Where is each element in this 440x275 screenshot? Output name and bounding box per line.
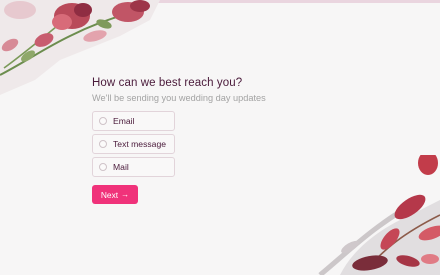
option-label: Text message: [113, 139, 167, 149]
contact-preference-form: How can we best reach you? We'll be send…: [92, 76, 352, 204]
next-button[interactable]: Next →: [92, 185, 138, 204]
options-list: Email Text message Mail: [92, 111, 352, 177]
radio-circle-icon[interactable]: [99, 140, 107, 148]
option-label: Mail: [113, 162, 129, 172]
option-email[interactable]: Email: [92, 111, 175, 131]
next-button-label: Next: [100, 189, 119, 200]
question-subtitle: We'll be sending you wedding day updates: [92, 93, 266, 103]
arrow-right-icon: →: [121, 189, 130, 199]
option-mail[interactable]: Mail: [92, 157, 175, 177]
option-text-message[interactable]: Text message: [92, 134, 175, 154]
survey-page: How can we best reach you? We'll be send…: [0, 0, 440, 275]
option-label: Email: [113, 116, 135, 126]
radio-circle-icon[interactable]: [99, 163, 107, 171]
question-title: How can we best reach you?: [92, 77, 243, 89]
radio-circle-icon[interactable]: [99, 117, 107, 125]
